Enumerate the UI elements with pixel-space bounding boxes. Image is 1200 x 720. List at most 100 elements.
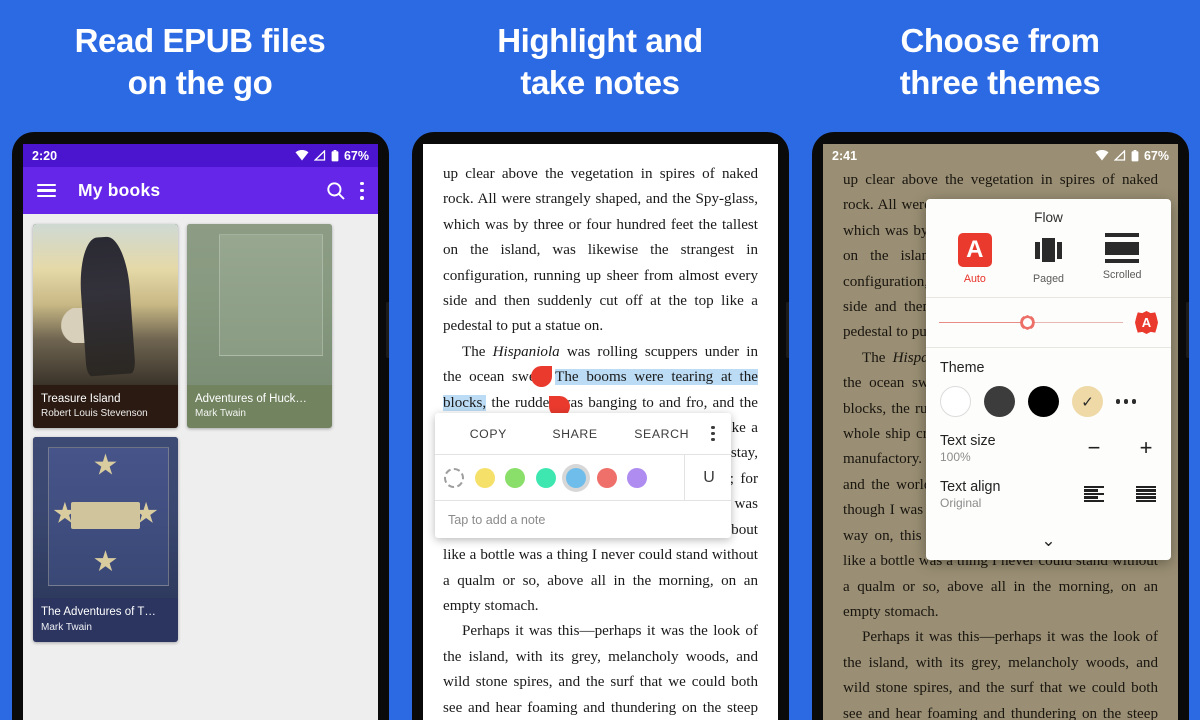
book-card[interactable]: Adventures of Huck… Mark Twain <box>187 224 332 429</box>
text-selection-menu: COPY SHARE SEARCH U Tap to add a note <box>435 413 731 538</box>
reader-settings-sheet: Flow A Auto Paged Scrolled A Theme ✓ Tex… <box>926 199 1171 560</box>
brightness-slider[interactable] <box>939 315 1123 331</box>
slider-fill <box>939 321 1026 324</box>
theme-options-row: ✓ <box>940 386 1157 417</box>
app-bar: My books <box>23 167 378 214</box>
book-author: Robert Louis Stevenson <box>41 408 148 420</box>
phone-side-button <box>1186 302 1189 358</box>
note-input[interactable]: Tap to add a note <box>435 500 731 538</box>
page-title: My books <box>78 180 161 200</box>
book-card[interactable]: The Adventures of T… Mark Twain <box>33 437 178 642</box>
increase-text-size-button[interactable]: + <box>1135 437 1157 459</box>
paged-icon <box>1032 233 1066 267</box>
phone-screen-settings: 2:41 67% up clear above the vegetation i… <box>823 144 1178 720</box>
wifi-icon <box>295 150 309 161</box>
phone-frame-2: up clear above the vegetation in spires … <box>412 132 789 720</box>
text-align-value: Original <box>940 496 982 510</box>
color-swatch-mint[interactable] <box>535 467 556 488</box>
battery-icon <box>1131 149 1139 162</box>
book-cover-image <box>33 224 178 385</box>
flow-section-title: Flow <box>1034 210 1063 225</box>
flow-option-label: Auto <box>963 273 986 285</box>
theme-label: Theme <box>940 360 985 376</box>
color-swatch-purple[interactable] <box>627 467 647 488</box>
underline-icon[interactable]: U <box>684 455 722 500</box>
book-author: Mark Twain <box>41 621 92 633</box>
flow-option-paged[interactable]: Paged <box>1012 233 1086 285</box>
text-run: The <box>862 349 893 366</box>
phone-frame-3: 2:41 67% up clear above the vegetation i… <box>812 132 1189 720</box>
selection-actions-row: COPY SHARE SEARCH <box>435 413 731 454</box>
flow-option-scrolled[interactable]: Scrolled <box>1085 233 1159 285</box>
paragraph: Perhaps it was this—perhaps it was the l… <box>443 623 758 716</box>
phone-screen-library: 2:20 67% My books Treasure Island Robert… <box>23 144 378 720</box>
promo-panel-highlight: Highlight and take notes up clear above … <box>400 0 800 720</box>
book-cover-image <box>187 224 332 385</box>
phone-side-button <box>786 302 789 358</box>
book-card[interactable]: Treasure Island Robert Louis Stevenson <box>33 224 178 429</box>
text-emphasis: Hispaniola <box>492 343 560 360</box>
phone-screen-reader: up clear above the vegetation in spires … <box>423 144 778 720</box>
auto-brightness-icon[interactable]: A <box>1135 311 1158 334</box>
book-author: Mark Twain <box>195 408 246 420</box>
status-bar-1: 2:20 67% <box>23 144 378 167</box>
theme-swatch-gray[interactable] <box>984 386 1015 417</box>
book-cover-image <box>33 437 178 599</box>
signal-icon <box>313 150 326 161</box>
align-justify-icon <box>1136 486 1156 502</box>
flow-option-auto[interactable]: A Auto <box>938 233 1012 285</box>
wifi-icon <box>1095 150 1109 161</box>
text-align-row: Text align Original <box>940 479 1157 510</box>
align-justify-button[interactable] <box>1135 483 1157 505</box>
screenshot-stage: Read EPUB files on the go 2:20 67% My bo… <box>0 0 1200 720</box>
book-title: The Adventures of T… <box>41 606 156 619</box>
color-swatch-yellow[interactable] <box>474 467 495 488</box>
book-grid: Treasure Island Robert Louis Stevenson A… <box>23 214 378 642</box>
copy-button[interactable]: COPY <box>445 427 532 441</box>
auto-letter-icon: A <box>957 233 992 267</box>
status-indicators: 67% <box>295 149 369 163</box>
text-size-value: 100% <box>940 450 971 464</box>
paragraph: up clear above the vegetation in spires … <box>443 166 758 335</box>
theme-swatch-light[interactable] <box>940 386 971 417</box>
menu-icon[interactable] <box>37 183 56 198</box>
scrolled-icon <box>1105 233 1140 263</box>
color-swatch-green[interactable] <box>505 467 525 488</box>
search-button[interactable]: SEARCH <box>618 427 705 441</box>
book-meta: Adventures of Huck… Mark Twain <box>187 385 332 428</box>
book-title: Adventures of Huck… <box>195 393 307 405</box>
flow-option-label: Scrolled <box>1102 269 1142 281</box>
collapse-sheet-button[interactable]: ⌄ <box>926 529 1171 560</box>
promo-panel-library: Read EPUB files on the go 2:20 67% My bo… <box>0 0 400 720</box>
theme-swatch-sepia[interactable]: ✓ <box>1072 386 1103 417</box>
selection-handle-start[interactable] <box>531 366 552 387</box>
color-swatch-none[interactable] <box>444 467 464 488</box>
ellipsis-icon[interactable] <box>1116 399 1137 404</box>
promo-panel-themes: Choose from three themes 2:41 67% up cle… <box>800 0 1200 720</box>
battery-percent: 67% <box>1143 148 1169 163</box>
decrease-text-size-button[interactable]: − <box>1083 437 1105 459</box>
slider-knob[interactable] <box>1019 315 1035 330</box>
overflow-menu-icon[interactable] <box>360 181 364 200</box>
flow-options-row: A Auto Paged Scrolled <box>926 227 1171 297</box>
align-left-button[interactable] <box>1083 483 1105 505</box>
search-icon[interactable] <box>326 181 346 201</box>
brightness-row: A <box>926 298 1171 347</box>
color-swatch-red[interactable] <box>596 467 617 488</box>
text-run: The <box>462 343 493 360</box>
status-indicators: 67% <box>1095 149 1169 163</box>
headline-1: Read EPUB files on the go <box>74 22 326 102</box>
headline-3: Choose from three themes <box>899 22 1101 102</box>
status-time: 2:20 <box>32 148 58 163</box>
text-align-label: Text align <box>940 479 1001 495</box>
highlight-color-row: U <box>435 455 731 500</box>
color-swatch-blue[interactable] <box>566 467 586 488</box>
theme-swatch-black[interactable] <box>1028 386 1059 417</box>
paragraph: Perhaps it was this—perhaps it was the l… <box>843 629 1158 720</box>
battery-icon <box>331 149 339 162</box>
settings-body: Theme ✓ Text size 100% − + Text align Or… <box>926 348 1171 529</box>
share-button[interactable]: SHARE <box>532 427 619 441</box>
book-meta: Treasure Island Robert Louis Stevenson <box>33 385 178 428</box>
kebab-icon[interactable] <box>705 425 721 442</box>
text-size-row: Text size 100% − + <box>940 433 1157 464</box>
